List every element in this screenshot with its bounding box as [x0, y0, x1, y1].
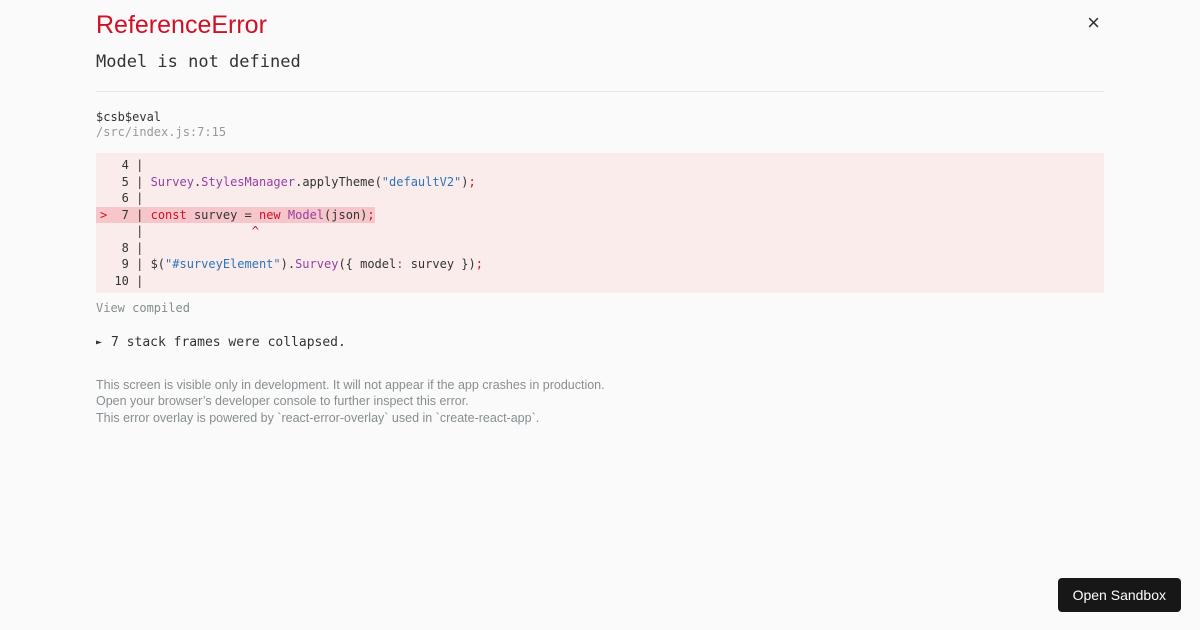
stack-frames-label: 7 stack frames were collapsed. [111, 335, 346, 351]
footer-notes: This screen is visible only in developme… [96, 377, 1104, 426]
divider [96, 91, 1104, 93]
code-line: 4 | [100, 158, 151, 173]
code-line: 6 | [100, 191, 151, 206]
code-frame: 4 | 5 | Survey.StylesManager.applyTheme(… [96, 153, 1104, 294]
error-title: ReferenceError [96, 11, 267, 39]
code-line: 5 | Survey.StylesManager.applyTheme("def… [100, 174, 476, 189]
collapse-arrow-icon: ► [96, 337, 103, 349]
frame-location: /src/index.js:7:15 [96, 125, 227, 140]
footer-note-overlay: This error overlay is powered by `react-… [96, 410, 540, 425]
code-line: 9 | $("#surveyElement").Survey({ model: … [100, 257, 483, 272]
code-line: 8 | [100, 240, 151, 255]
code-line: > 7 | const survey = new Model(json); [96, 206, 1104, 224]
code-line: | ^ [100, 224, 259, 239]
error-overlay: × ReferenceError Model is not defined $c… [96, 0, 1104, 426]
open-sandbox-button[interactable]: Open Sandbox [1057, 578, 1181, 612]
close-icon[interactable]: × [1087, 12, 1100, 34]
footer-note-console: Open your browser’s developer console to… [96, 394, 469, 409]
view-compiled-link[interactable]: View compiled [96, 301, 190, 316]
stack-frame-header: $csb$eval /src/index.js:7:15 [96, 110, 1104, 140]
code-line: 10 | [100, 273, 151, 288]
frame-function-name: $csb$eval [96, 110, 162, 125]
footer-note-development: This screen is visible only in developme… [96, 378, 605, 393]
stack-frames-toggle[interactable]: ► 7 stack frames were collapsed. [96, 335, 1104, 351]
error-message: Model is not defined [96, 52, 301, 73]
